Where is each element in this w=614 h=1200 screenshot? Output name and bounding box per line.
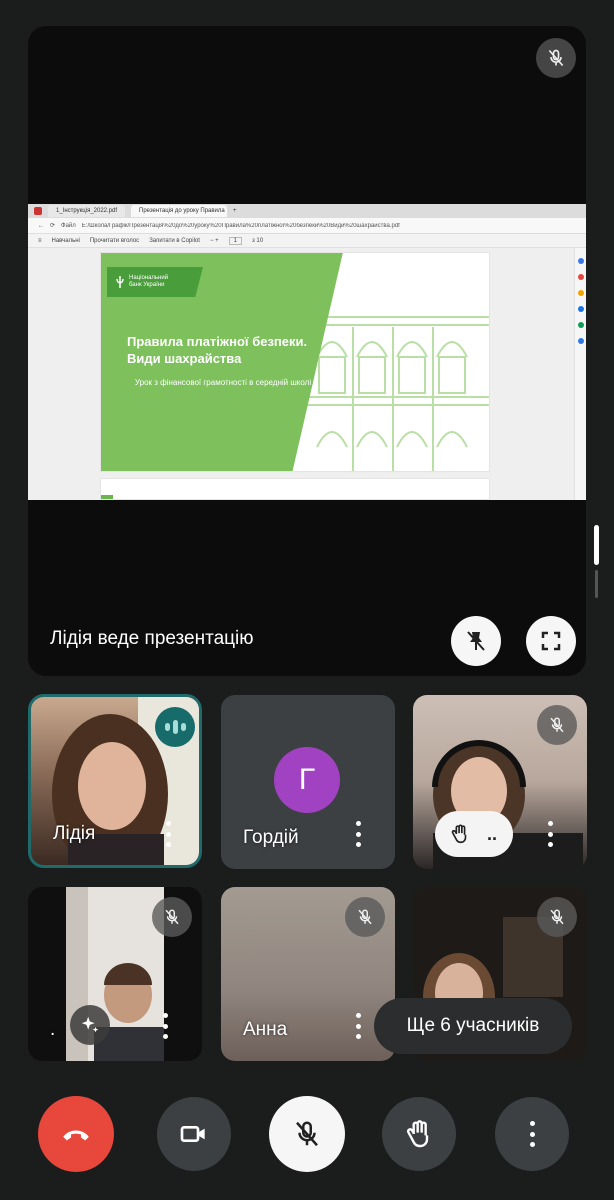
participant-name: Лідія: [53, 823, 96, 844]
avatar: Г: [274, 747, 340, 813]
pdf-toolbar: ≡ Навчальні Прочитати вголос Запитати в …: [28, 234, 586, 248]
raised-hand-badge: ..: [435, 811, 513, 857]
fullscreen-button[interactable]: [526, 616, 576, 666]
participant-tile-anna[interactable]: Анна: [221, 887, 395, 1061]
visual-effects-button[interactable]: [70, 1005, 110, 1045]
pdf-tool-read: Навчальні: [51, 237, 80, 244]
sparkle-icon: [81, 1016, 99, 1033]
participant-name: .: [50, 1019, 56, 1040]
raised-hand-icon: [451, 824, 467, 844]
pdf-viewer: Національний банк України Правила платіж…: [28, 248, 574, 500]
next-slide: [100, 478, 490, 500]
participant-tile-lidiia[interactable]: Лідія: [28, 694, 202, 868]
zoom-icon: − +: [209, 237, 219, 244]
more-participants-button[interactable]: Ще 6 учасників: [374, 998, 572, 1054]
mic-off-icon: [152, 897, 192, 937]
mic-off-icon: [345, 897, 385, 937]
end-call-button[interactable]: [38, 1096, 114, 1172]
fullscreen-icon: [541, 631, 561, 651]
mic-off-icon: [296, 1121, 318, 1147]
shared-screen: 1_Інструкція_2022.pdf Презентація до уро…: [28, 204, 586, 500]
more-options-icon[interactable]: [545, 821, 555, 847]
mic-off-icon: [537, 705, 577, 745]
slide-subtitle: Урок з фінансової грамотності в середній…: [134, 378, 312, 387]
address-label: Файл: [61, 222, 76, 229]
participant-tile-3[interactable]: ..: [413, 695, 587, 869]
more-options-icon[interactable]: [353, 1013, 363, 1039]
browser-sidebar: [574, 248, 586, 500]
presentation-stage[interactable]: 1_Інструкція_2022.pdf Презентація до уро…: [28, 26, 586, 676]
more-options-icon[interactable]: [353, 821, 363, 847]
browser-tabbar: 1_Інструкція_2022.pdf Презентація до уро…: [28, 204, 586, 218]
camera-icon: [180, 1126, 205, 1142]
back-icon: ←: [38, 222, 44, 229]
new-tab-icon: +: [233, 208, 237, 214]
hand-label: ..: [487, 823, 498, 844]
raise-hand-icon: [406, 1120, 429, 1148]
sidebar-icon: [578, 322, 584, 328]
nbu-logo: Національний банк України: [107, 267, 203, 297]
mic-off-icon: [536, 38, 576, 78]
unpin-button[interactable]: [451, 616, 501, 666]
unpin-icon: [467, 631, 485, 651]
presenter-caption: Лідія веде презентацію: [50, 628, 254, 649]
sidebar-icon: [578, 338, 584, 344]
address-bar: ← ⟳ Файл E:/Школа/Графік/Презентація%20д…: [28, 218, 586, 234]
sidebar-icon: [578, 274, 584, 280]
scrollbar-track: [595, 570, 598, 598]
address-url: E:/Школа/Графік/Презентація%20до%20уроку…: [81, 222, 400, 229]
more-options-icon[interactable]: [160, 1013, 170, 1039]
sidebar-icon: [578, 306, 584, 312]
scrollbar-thumb[interactable]: [594, 525, 599, 565]
participant-tile-4[interactable]: .: [28, 887, 202, 1061]
slide-title: Правила платіжної безпеки. Види шахрайст…: [127, 334, 308, 366]
building-illustration: [307, 316, 489, 471]
sidebar-icon: [578, 258, 584, 264]
page-current: 1: [228, 236, 242, 245]
nbu-logo-text: Національний банк України: [129, 275, 169, 288]
slide: Національний банк України Правила платіж…: [100, 252, 490, 472]
sidebar-icon: [578, 290, 584, 296]
browser-tab-active: Презентація до уроку Правила: [131, 205, 228, 217]
pdf-tool-aloud: Прочитати вголос: [89, 237, 140, 244]
menu-icon: ≡: [38, 237, 42, 244]
browser-icon: [34, 207, 42, 215]
more-options-button[interactable]: [495, 1097, 569, 1171]
raise-hand-button[interactable]: [382, 1097, 456, 1171]
mic-off-icon: [537, 897, 577, 937]
nbu-emblem-icon: [116, 276, 124, 288]
participant-name: Гордій: [243, 827, 299, 848]
page-total: з 10: [251, 237, 264, 244]
more-vert-icon: [527, 1121, 537, 1147]
end-call-icon: [63, 1130, 89, 1141]
reload-icon: ⟳: [50, 223, 56, 229]
speaking-indicator-icon: [155, 707, 195, 747]
pdf-tool-copilot: Запитати в Copilot: [149, 237, 200, 244]
microphone-button[interactable]: [269, 1096, 345, 1172]
participant-tile-hordii[interactable]: Г Гордій: [221, 695, 395, 869]
camera-button[interactable]: [157, 1097, 231, 1171]
more-options-icon[interactable]: [163, 821, 173, 847]
participant-name: Анна: [243, 1019, 288, 1040]
browser-tab: 1_Інструкція_2022.pdf: [48, 205, 126, 217]
